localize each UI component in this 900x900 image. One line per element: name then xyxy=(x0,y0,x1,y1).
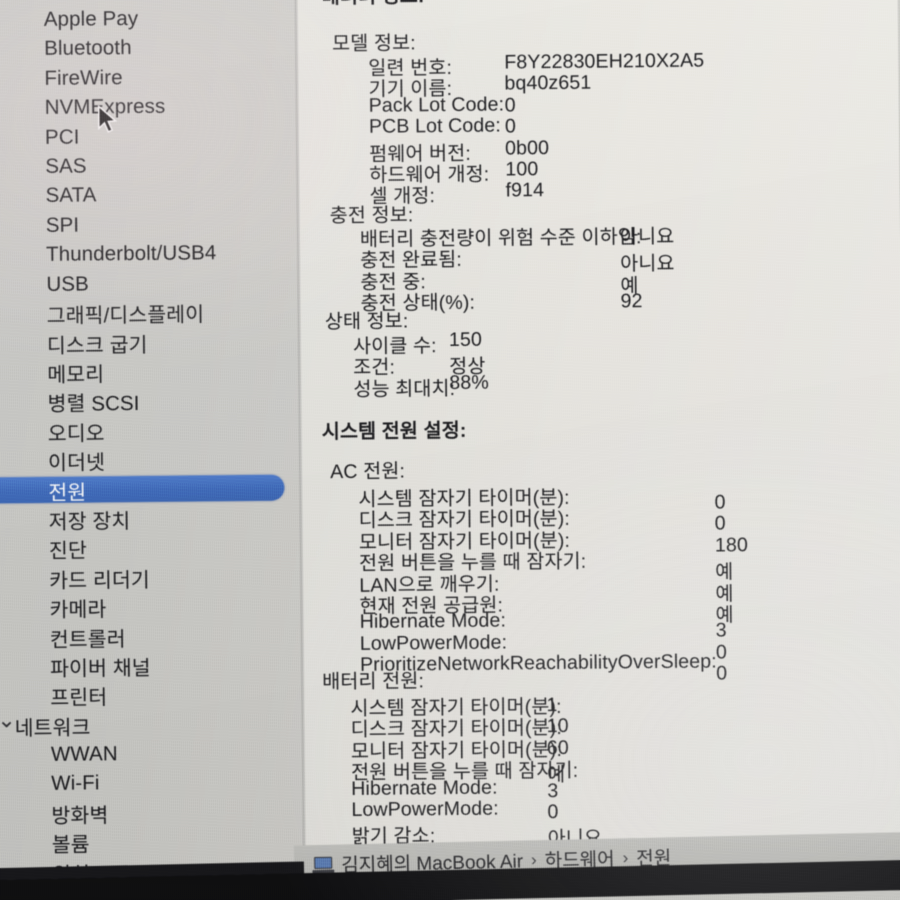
sidebar-item-label: 메모리 xyxy=(47,363,105,387)
health-row-label: 성능 최대치: xyxy=(353,377,456,401)
sidebar-item-label: PCI xyxy=(44,125,80,149)
macbook-icon xyxy=(312,856,335,873)
sidebar-item-label: 카드 리더기 xyxy=(49,568,150,593)
battery-power-row-label: LowPowerMode: xyxy=(351,797,499,821)
sidebar-item-sas[interactable]: SAS xyxy=(0,150,299,182)
sidebar-item-label: Wi-Fi xyxy=(51,771,100,796)
breadcrumb-separator-2: › xyxy=(622,847,629,867)
sidebar-item-컨트롤러[interactable]: 컨트롤러 xyxy=(0,620,304,652)
model-row-value: 0 xyxy=(504,94,516,117)
sidebar-item-label: 진단 xyxy=(48,539,87,564)
sidebar-item-wwan[interactable]: WWAN xyxy=(0,738,305,770)
sidebar-item-label: WWAN xyxy=(50,742,118,766)
sidebar-item-label: 방화벽 xyxy=(51,804,109,828)
battery-power-row-value: 0 xyxy=(547,800,559,824)
sidebar-item-label: Thunderbolt/USB4 xyxy=(45,241,217,267)
ac-power-header: AC 전원: xyxy=(330,460,406,484)
sidebar: ATA Apple Pay Bluetooth FireWireNVMExpressP… xyxy=(0,0,307,900)
sidebar-item-디스크-굽기[interactable]: 디스크 굽기 xyxy=(0,326,301,358)
ac-row-value: 0 xyxy=(716,662,728,685)
sidebar-item-label: ATA xyxy=(43,0,80,3)
sidebar-item-label: 이더넷 xyxy=(48,451,106,475)
health-row-value: 88% xyxy=(449,371,489,394)
sidebar-item-메모리[interactable]: 메모리 xyxy=(0,356,301,388)
battery-info-header: 배터리 정보: xyxy=(321,0,425,9)
sidebar-item-label: 파이버 채널 xyxy=(49,656,151,681)
sidebar-item-저장-장치[interactable]: 저장 장치 xyxy=(0,503,303,535)
sidebar-item-label: SATA xyxy=(45,183,97,208)
sidebar-group-네트워크[interactable]: ⌄ 네트워크 xyxy=(0,707,305,740)
sidebar-item-spi[interactable]: SPI xyxy=(0,209,300,241)
ac-row-value: 180 xyxy=(714,533,749,557)
battery-power-header: 배터리 전원: xyxy=(322,670,425,694)
sidebar-item-label: 프린터 xyxy=(50,686,108,711)
sidebar-item-label: 카메라 xyxy=(49,598,107,622)
sidebar-item-label: SPI xyxy=(45,213,80,237)
battery-power-row-value: 3 xyxy=(547,779,559,802)
breadcrumb-separator-1: › xyxy=(530,849,537,869)
mouse-cursor xyxy=(97,105,118,133)
sidebar-item-label: 네트워크 xyxy=(14,716,91,740)
sidebar-item-thunderbolt-usb4[interactable]: Thunderbolt/USB4 xyxy=(0,238,300,270)
sidebar-item-병렬-scsi[interactable]: 병렬 SCSI xyxy=(0,385,302,417)
model-row-label: PCB Lot Code: xyxy=(368,114,501,138)
sidebar-item-프린터[interactable]: 프린터 xyxy=(0,679,304,711)
charge-row-value: 92 xyxy=(620,290,643,313)
sidebar-item-label: 오디오 xyxy=(47,422,105,446)
model-row-value: f914 xyxy=(505,179,545,202)
sidebar-item-볼륨[interactable]: 볼륨 xyxy=(0,826,306,858)
sidebar-item-전원[interactable]: 전원 xyxy=(0,473,302,505)
system-power-header: 시스템 전원 설정: xyxy=(321,419,467,444)
sidebar-item-파이버-채널[interactable]: 파이버 채널 xyxy=(0,650,304,682)
sidebar-item-nvmexpress[interactable]: NVMExpress xyxy=(0,91,299,123)
sidebar-item-label: 병렬 SCSI xyxy=(47,392,140,417)
model-row-value: 100 xyxy=(505,158,539,181)
content-pane: 배터리 정보: 모델 정보: 일련 번호:F8Y22830EH210X2A5기기… xyxy=(297,0,900,856)
ac-row-value: 0 xyxy=(715,641,728,664)
sidebar-item-label: SAS xyxy=(45,154,87,178)
sidebar-item-label: Bluetooth xyxy=(44,36,132,61)
sidebar-item-방화벽[interactable]: 방화벽 xyxy=(0,797,306,829)
sidebar-item-label: 그래픽/디스플레이 xyxy=(46,303,205,328)
ac-row-value: 0 xyxy=(714,491,726,514)
sidebar-item-카드-리더기[interactable]: 카드 리더기 xyxy=(0,561,303,593)
sidebar-item-bluetooth[interactable]: Bluetooth xyxy=(0,32,298,64)
sidebar-item-그래픽-디스플레이[interactable]: 그래픽/디스플레이 xyxy=(0,297,301,329)
charge-row-value: 아니요 xyxy=(619,225,675,249)
ac-row-value: 3 xyxy=(715,619,727,642)
selection-highlight xyxy=(0,474,285,504)
sidebar-item-진단[interactable]: 진단 xyxy=(0,532,303,564)
photo-of-screen: ATAApple PayBluetoothFireWireNVMExpressP… xyxy=(0,0,900,900)
sidebar-item-label: 디스크 굽기 xyxy=(46,333,148,358)
sidebar-item-label: Apple Pay xyxy=(43,7,139,31)
sidebar-item-sata[interactable]: SATA xyxy=(0,179,300,211)
chevron-down-icon[interactable]: ⌄ xyxy=(0,707,16,732)
sidebar-item-카메라[interactable]: 카메라 xyxy=(0,591,304,623)
ac-row-value: 0 xyxy=(714,512,726,535)
sidebar-item-이더넷[interactable]: 이더넷 xyxy=(0,444,302,476)
model-row-value: 0 xyxy=(504,115,517,138)
sidebar-item-label: 컨트롤러 xyxy=(49,627,126,652)
sidebar-item-usb[interactable]: USB xyxy=(0,267,301,299)
model-row-value: F8Y22830EH210X2A5 xyxy=(504,49,705,74)
sidebar-item-firewire[interactable]: FireWire xyxy=(0,62,299,94)
sidebar-item-wi-fi[interactable]: Wi-Fi xyxy=(0,767,305,799)
sidebar-item-오디오[interactable]: 오디오 xyxy=(0,414,302,446)
sidebar-item-pci[interactable]: PCI xyxy=(0,120,299,152)
sidebar-item-label: 볼륨 xyxy=(51,833,90,858)
sidebar-item-label: 저장 장치 xyxy=(48,509,131,534)
sidebar-item-label: FireWire xyxy=(44,66,123,90)
sidebar-item-label: USB xyxy=(46,272,89,296)
health-row-value: 150 xyxy=(448,328,483,352)
model-row-value: bq40z651 xyxy=(504,72,592,95)
model-row-value: 0b00 xyxy=(504,136,550,160)
sidebar-item-apple-pay[interactable]: Apple Pay xyxy=(0,3,298,35)
sidebar-item-label: 전원 xyxy=(48,480,87,505)
